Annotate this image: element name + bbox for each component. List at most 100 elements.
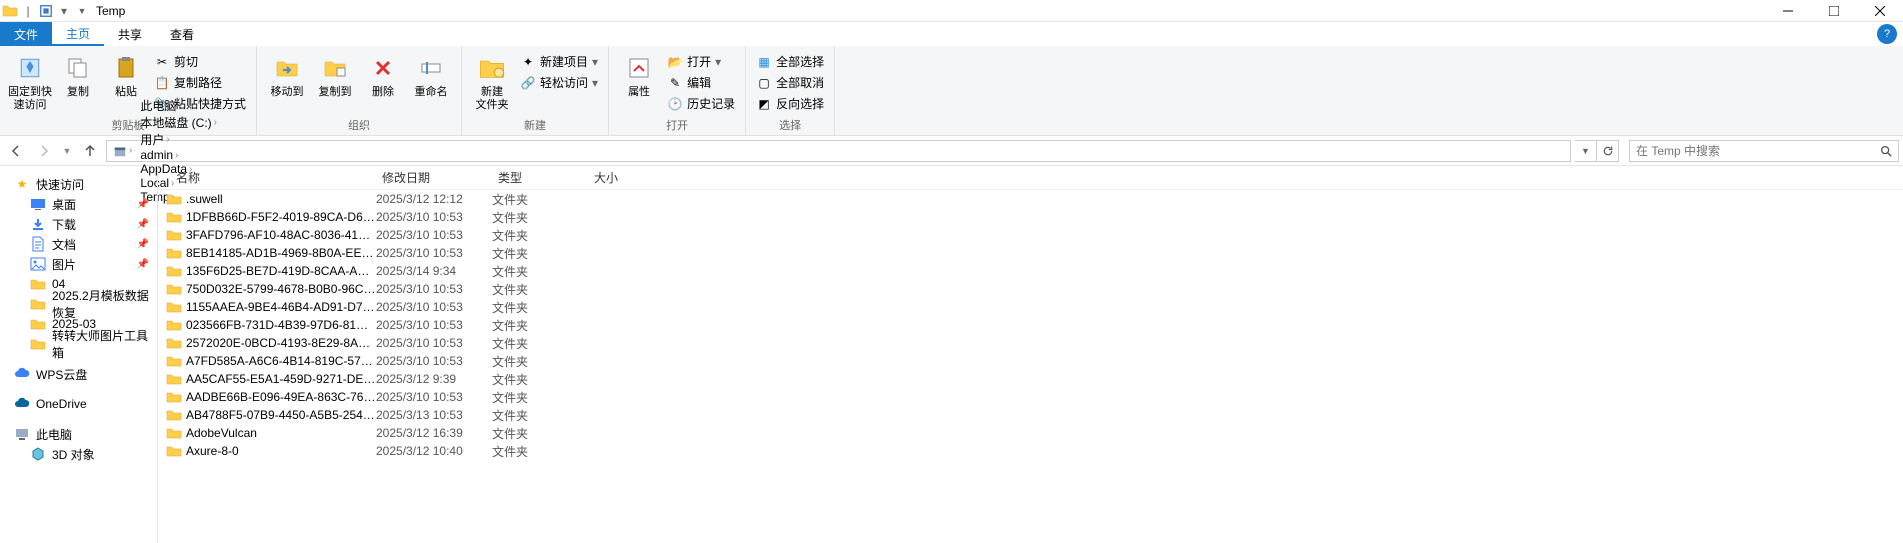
edit-button[interactable]: ✎编辑 — [663, 73, 739, 92]
help-button[interactable]: ? — [1877, 24, 1897, 44]
file-row[interactable]: AB4788F5-07B9-4450-A5B5-254030F...2025/3… — [158, 406, 1903, 424]
file-type: 文件夹 — [492, 407, 588, 424]
minimize-button[interactable] — [1765, 0, 1811, 22]
nav-quick-item[interactable]: 2025.2月模板数据恢复 — [0, 294, 157, 314]
folder-icon — [166, 389, 182, 405]
select-all-button[interactable]: ▦全部选择 — [752, 52, 828, 71]
nav-thispc-item[interactable]: 3D 对象 — [0, 444, 157, 464]
rename-button[interactable]: 重命名 — [407, 48, 455, 99]
breadcrumb[interactable]: › 此电脑›本地磁盘 (C:)›用户›admin›AppData›Local›T… — [106, 140, 1571, 162]
tab-view[interactable]: 查看 — [156, 22, 208, 46]
breadcrumb-segment[interactable]: 用户› — [136, 131, 221, 148]
address-bar: ▼ › 此电脑›本地磁盘 (C:)›用户›admin›AppData›Local… — [0, 136, 1903, 166]
file-row[interactable]: AA5CAF55-E5A1-459D-9271-DE529EF...2025/3… — [158, 370, 1903, 388]
search-input[interactable] — [1630, 144, 1874, 158]
file-row[interactable]: 135F6D25-BE7D-419D-8CAA-AA7846...2025/3/… — [158, 262, 1903, 280]
file-name: AB4788F5-07B9-4450-A5B5-254030F... — [186, 408, 376, 422]
column-header-type[interactable]: 类型 — [492, 169, 588, 186]
up-button[interactable] — [78, 139, 102, 163]
folder-icon — [166, 263, 182, 279]
breadcrumb-segment[interactable]: 此电脑› — [136, 97, 221, 114]
copy-button[interactable]: 复制 — [54, 48, 102, 99]
navigation-pane: ★ 快速访问 桌面📌下载📌文档📌图片📌042025.2月模板数据恢复2025-0… — [0, 166, 158, 543]
forward-button[interactable] — [32, 139, 56, 163]
folder-icon — [166, 353, 182, 369]
properties-button[interactable]: 属性 — [615, 48, 663, 99]
recent-dropdown[interactable]: ▼ — [60, 139, 74, 163]
back-button[interactable] — [4, 139, 28, 163]
close-button[interactable] — [1857, 0, 1903, 22]
breadcrumb-segment[interactable]: admin› — [136, 148, 221, 162]
nav-quick-item[interactable]: 转转大师图片工具箱 — [0, 334, 157, 354]
move-to-button[interactable]: 移动到 — [263, 48, 311, 99]
nav-wps[interactable]: WPS云盘 — [0, 364, 157, 384]
new-folder-button[interactable]: 新建 文件夹 — [468, 48, 516, 112]
pin-icon: 📌 — [137, 259, 149, 270]
dropdown-icon: ▾ — [715, 55, 721, 69]
file-row[interactable]: Axure-8-02025/3/12 10:40文件夹 — [158, 442, 1903, 460]
new-item-button[interactable]: ✦新建项目 ▾ — [516, 52, 602, 71]
nav-thispc[interactable]: 此电脑 — [0, 424, 157, 444]
select-none-button[interactable]: ▢全部取消 — [752, 73, 828, 92]
invert-selection-button[interactable]: ◩反向选择 — [752, 94, 828, 113]
open-button[interactable]: 📂打开 ▾ — [663, 52, 739, 71]
file-row[interactable]: 750D032E-5799-4678-B0B0-96C8448...2025/3… — [158, 280, 1903, 298]
file-row[interactable]: AADBE66B-E096-49EA-863C-7674241...2025/3… — [158, 388, 1903, 406]
column-header-date[interactable]: 修改日期 — [376, 169, 492, 186]
breadcrumb-root-icon[interactable]: › — [109, 144, 136, 158]
breadcrumb-segment[interactable]: 本地磁盘 (C:)› — [136, 114, 221, 131]
open-icon: 📂 — [667, 54, 683, 70]
refresh-button[interactable] — [1597, 140, 1619, 162]
nav-quick-item[interactable]: 图片📌 — [0, 254, 157, 274]
nav-quick-item[interactable]: 桌面📌 — [0, 194, 157, 214]
delete-button[interactable]: 删除 — [359, 48, 407, 99]
easy-access-button[interactable]: 🔗轻松访问 ▾ — [516, 73, 602, 92]
3d-icon — [30, 446, 46, 462]
copy-path-button[interactable]: 📋复制路径 — [150, 73, 250, 92]
file-row[interactable]: .suwell2025/3/12 12:12文件夹 — [158, 190, 1903, 208]
file-date: 2025/3/12 12:12 — [376, 192, 492, 206]
paste-button[interactable]: 粘贴 — [102, 48, 150, 99]
maximize-button[interactable] — [1811, 0, 1857, 22]
invert-icon: ◩ — [756, 96, 772, 112]
document-icon — [30, 236, 46, 252]
file-row[interactable]: 2572020E-0BCD-4193-8E29-8A09A62...2025/3… — [158, 334, 1903, 352]
file-type: 文件夹 — [492, 317, 588, 334]
file-date: 2025/3/10 10:53 — [376, 246, 492, 260]
column-header-size[interactable]: 大小 — [588, 169, 668, 186]
file-row[interactable]: 1155AAEA-9BE4-46B4-AD91-D7DC5E...2025/3/… — [158, 298, 1903, 316]
qat-overflow-icon[interactable]: ▼ — [74, 3, 90, 19]
pin-to-quick-access-button[interactable]: 固定到快 速访问 — [6, 48, 54, 112]
file-row[interactable]: A7FD585A-A6C6-4B14-819C-577DAA...2025/3/… — [158, 352, 1903, 370]
file-date: 2025/3/12 16:39 — [376, 426, 492, 440]
column-header-name[interactable]: 名称 — [158, 169, 376, 186]
tab-file[interactable]: 文件 — [0, 22, 52, 46]
qat-properties-icon[interactable] — [38, 3, 54, 19]
qat-dropdown-icon[interactable]: ▾ — [56, 3, 72, 19]
nav-onedrive[interactable]: OneDrive — [0, 394, 157, 414]
history-dropdown[interactable]: ▼ — [1575, 140, 1597, 162]
file-row[interactable]: 8EB14185-AD1B-4969-8B0A-EEA13B...2025/3/… — [158, 244, 1903, 262]
ribbon-tabs: 文件 主页 共享 查看 ? — [0, 22, 1903, 46]
search-box[interactable] — [1629, 140, 1899, 162]
file-row[interactable]: AdobeVulcan2025/3/12 16:39文件夹 — [158, 424, 1903, 442]
search-icon[interactable] — [1874, 144, 1898, 158]
edit-icon: ✎ — [667, 75, 683, 91]
scissors-icon: ✂ — [154, 54, 170, 70]
file-row[interactable]: 023566FB-731D-4B39-97D6-81C5157...2025/3… — [158, 316, 1903, 334]
tab-home[interactable]: 主页 — [52, 22, 104, 46]
tab-share[interactable]: 共享 — [104, 22, 156, 46]
history-button[interactable]: 🕑历史记录 — [663, 94, 739, 113]
quick-access-toolbar: | ▾ ▼ — [0, 3, 90, 19]
file-type: 文件夹 — [492, 425, 588, 442]
file-name: 023566FB-731D-4B39-97D6-81C5157... — [186, 318, 376, 332]
nav-quick-access[interactable]: ★ 快速访问 — [0, 174, 157, 194]
file-date: 2025/3/10 10:53 — [376, 354, 492, 368]
nav-quick-item[interactable]: 文档📌 — [0, 234, 157, 254]
nav-quick-item[interactable]: 下载📌 — [0, 214, 157, 234]
cut-button[interactable]: ✂剪切 — [150, 52, 250, 71]
file-row[interactable]: 1DFBB66D-F5F2-4019-89CA-D6DA16...2025/3/… — [158, 208, 1903, 226]
pin-icon: 📌 — [137, 239, 149, 250]
file-row[interactable]: 3FAFD796-AF10-48AC-8036-417D417...2025/3… — [158, 226, 1903, 244]
copy-to-button[interactable]: 复制到 — [311, 48, 359, 99]
